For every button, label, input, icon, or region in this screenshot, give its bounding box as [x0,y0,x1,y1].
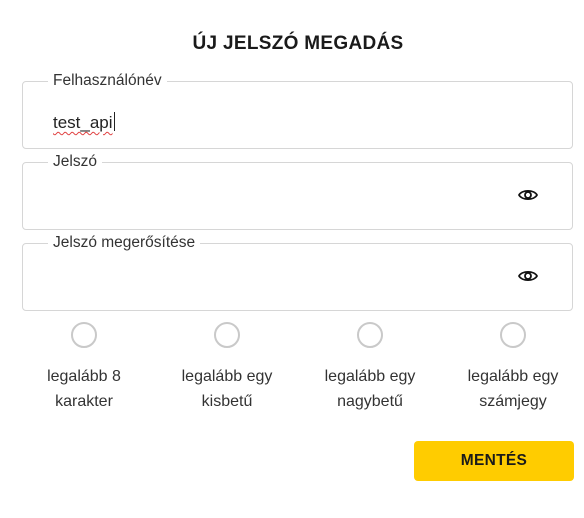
eye-icon[interactable] [517,268,539,284]
save-button[interactable]: MENTÉS [414,441,574,481]
requirement-text: legalább egy számjegy [467,368,559,410]
username-input[interactable]: test_api [53,111,115,135]
requirement-uppercase: legalább egy nagybetű [300,322,440,414]
requirement-text: legalább 8 karakter [47,368,121,410]
requirement-text: legalább egy nagybetű [324,368,416,410]
password-label: Jelszó [48,152,102,172]
requirement-digit: legalább egy számjegy [443,322,583,414]
requirement-text: legalább egy kisbetű [181,368,273,410]
password-field[interactable]: Jelszó [22,152,573,230]
eye-icon[interactable] [517,187,539,203]
password-confirm-label: Jelszó megerősítése [48,233,201,253]
username-label: Felhasználónév [48,71,167,91]
requirement-indicator [214,322,240,348]
password-confirm-field[interactable]: Jelszó megerősítése [22,233,573,311]
page-title: ÚJ JELSZÓ MEGADÁS [192,33,404,54]
requirement-lowercase: legalább egy kisbetű [157,322,297,414]
text-caret [113,112,115,131]
username-value: test_api [53,113,113,132]
requirement-min-length: legalább 8 karakter [14,322,154,414]
requirement-indicator [500,322,526,348]
requirement-indicator [357,322,383,348]
requirement-indicator [71,322,97,348]
username-field[interactable]: Felhasználónév test_api [22,71,573,149]
